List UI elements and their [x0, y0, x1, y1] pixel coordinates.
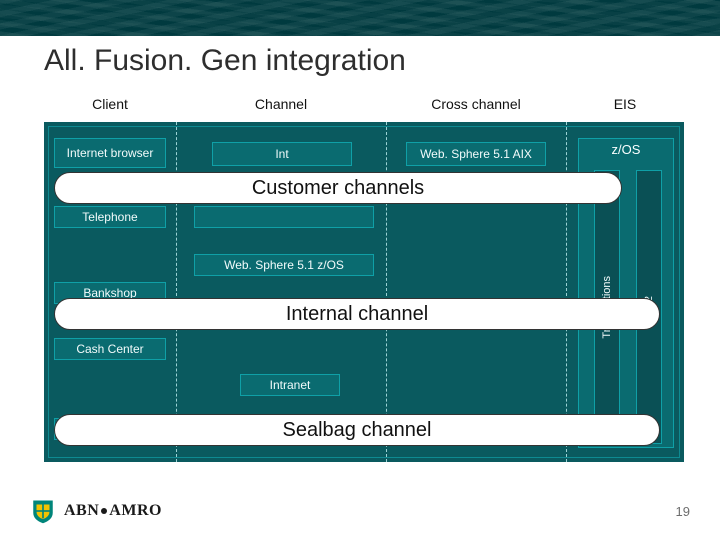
col-header-cross: Cross channel — [386, 96, 566, 112]
architecture-diagram: Client Channel Cross channel EIS Interne… — [44, 92, 684, 462]
box-websphere-zos: Web. Sphere 5.1 z/OS — [194, 254, 374, 276]
box-internet-browser: Internet browser — [54, 138, 166, 168]
box-channel-telephone — [194, 206, 374, 228]
eis-zos-label: z/OS — [578, 142, 674, 157]
page-title: All. Fusion. Gen integration — [44, 44, 406, 78]
col-header-client: Client — [44, 96, 176, 112]
shield-icon — [30, 498, 56, 524]
callout-sealbag-channel: Sealbag channel — [54, 414, 660, 446]
brand-right: AMRO — [109, 502, 162, 519]
wave-band-decor — [0, 0, 720, 36]
box-telephone: Telephone — [54, 206, 166, 228]
slide-footer: ABN AMRO 19 — [30, 498, 690, 524]
box-channel-int: Int — [212, 142, 352, 166]
page-number: 19 — [676, 504, 690, 519]
callout-customer-channels: Customer channels — [54, 172, 622, 204]
brand-dot-icon — [101, 508, 107, 514]
box-intranet: Intranet — [240, 374, 340, 396]
brand-wordmark: ABN AMRO — [64, 502, 162, 520]
col-header-eis: EIS — [566, 96, 684, 112]
slide: All. Fusion. Gen integration Client Chan… — [0, 0, 720, 540]
box-websphere-aix: Web. Sphere 5.1 AIX — [406, 142, 546, 166]
col-header-channel: Channel — [176, 96, 386, 112]
callout-internal-channel: Internal channel — [54, 298, 660, 330]
brand-left: ABN — [64, 502, 99, 519]
brand-logo: ABN AMRO — [30, 498, 162, 524]
box-cash-center: Cash Center — [54, 338, 166, 360]
